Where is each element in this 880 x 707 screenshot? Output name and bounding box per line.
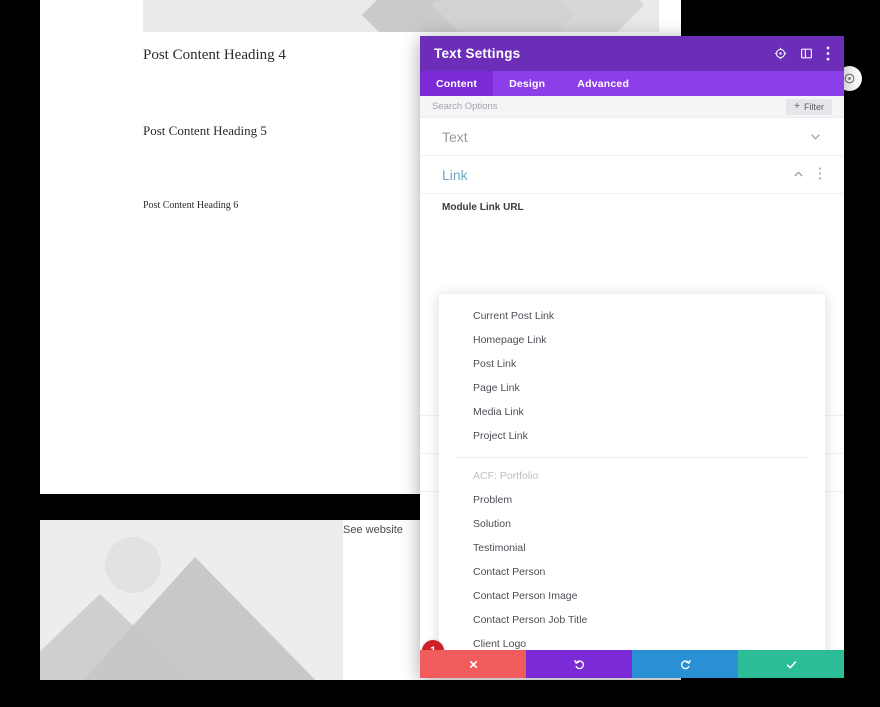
image-placeholder-graphic — [40, 520, 343, 680]
dropdown-option-homepage-link[interactable]: Homepage Link — [439, 328, 825, 352]
redo-button[interactable] — [632, 650, 738, 678]
hero-pattern-shape-2 — [432, 0, 644, 32]
dropdown-divider — [457, 457, 807, 458]
dropdown-option-problem[interactable]: Problem — [439, 488, 825, 512]
layout-columns-icon[interactable] — [800, 47, 813, 60]
chevron-down-icon — [809, 130, 822, 143]
dropdown-option-solution[interactable]: Solution — [439, 512, 825, 536]
dropdown-option-project-link[interactable]: Project Link — [439, 424, 825, 448]
modal-header-actions — [774, 46, 830, 61]
modal-header: Text Settings — [420, 36, 844, 71]
dropdown-option-client-logo[interactable]: Client Logo — [439, 632, 825, 650]
check-icon — [785, 658, 798, 671]
section-text-label: Text — [442, 129, 809, 145]
filter-button-label: Filter — [804, 102, 824, 112]
redo-icon — [679, 658, 692, 671]
dropdown-option-current-post-link[interactable]: Current Post Link — [439, 304, 825, 328]
screen: Post Content Heading 4 Post Content Head… — [0, 0, 880, 707]
dropdown-option-contact-person-job-title[interactable]: Contact Person Job Title — [439, 608, 825, 632]
modal-title: Text Settings — [434, 46, 774, 61]
post-heading-5: Post Content Heading 5 — [143, 123, 267, 139]
dropdown-group-label-acf-portfolio: ACF: Portfolio — [439, 464, 825, 488]
text-settings-modal: Text Settings — [420, 36, 844, 678]
module-link-url-label: Module Link URL — [420, 194, 844, 217]
target-icon[interactable] — [774, 47, 787, 60]
target-icon — [843, 72, 856, 85]
dropdown-option-page-link[interactable]: Page Link — [439, 376, 825, 400]
section-link-label: Link — [442, 167, 792, 183]
dropdown-option-media-link[interactable]: Media Link — [439, 400, 825, 424]
section-text[interactable]: Text — [420, 118, 844, 156]
dropdown-option-contact-person[interactable]: Contact Person — [439, 560, 825, 584]
see-website-link[interactable]: See website — [343, 524, 403, 536]
undo-button[interactable] — [526, 650, 632, 678]
cancel-button[interactable] — [420, 650, 526, 678]
plus-icon: + — [794, 102, 800, 112]
undo-icon — [573, 658, 586, 671]
tab-content[interactable]: Content — [420, 71, 493, 96]
search-bar: + Filter — [420, 96, 844, 118]
image-placeholder — [40, 520, 343, 680]
chevron-up-icon — [792, 168, 805, 181]
post-heading-6: Post Content Heading 6 — [143, 200, 238, 211]
section-link[interactable]: Link — [420, 156, 844, 194]
dropdown-option-post-link[interactable]: Post Link — [439, 352, 825, 376]
hero-image-placeholder — [143, 0, 659, 32]
module-link-url-dropdown: Current Post Link Homepage Link Post Lin… — [438, 293, 826, 650]
modal-tabs: Content Design Advanced — [420, 71, 844, 96]
close-icon — [468, 659, 479, 670]
filter-button[interactable]: + Filter — [786, 99, 832, 115]
save-button[interactable] — [738, 650, 844, 678]
modal-body: Text Link — [420, 118, 844, 650]
tab-design[interactable]: Design — [493, 71, 561, 96]
tab-advanced[interactable]: Advanced — [561, 71, 645, 96]
section-link-menu-icon[interactable] — [818, 167, 822, 183]
dropdown-option-testimonial[interactable]: Testimonial — [439, 536, 825, 560]
kebab-menu-icon[interactable] — [826, 46, 830, 61]
modal-footer — [420, 650, 844, 678]
post-heading-4: Post Content Heading 4 — [143, 47, 286, 64]
dropdown-option-contact-person-image[interactable]: Contact Person Image — [439, 584, 825, 608]
search-input[interactable] — [432, 101, 786, 112]
